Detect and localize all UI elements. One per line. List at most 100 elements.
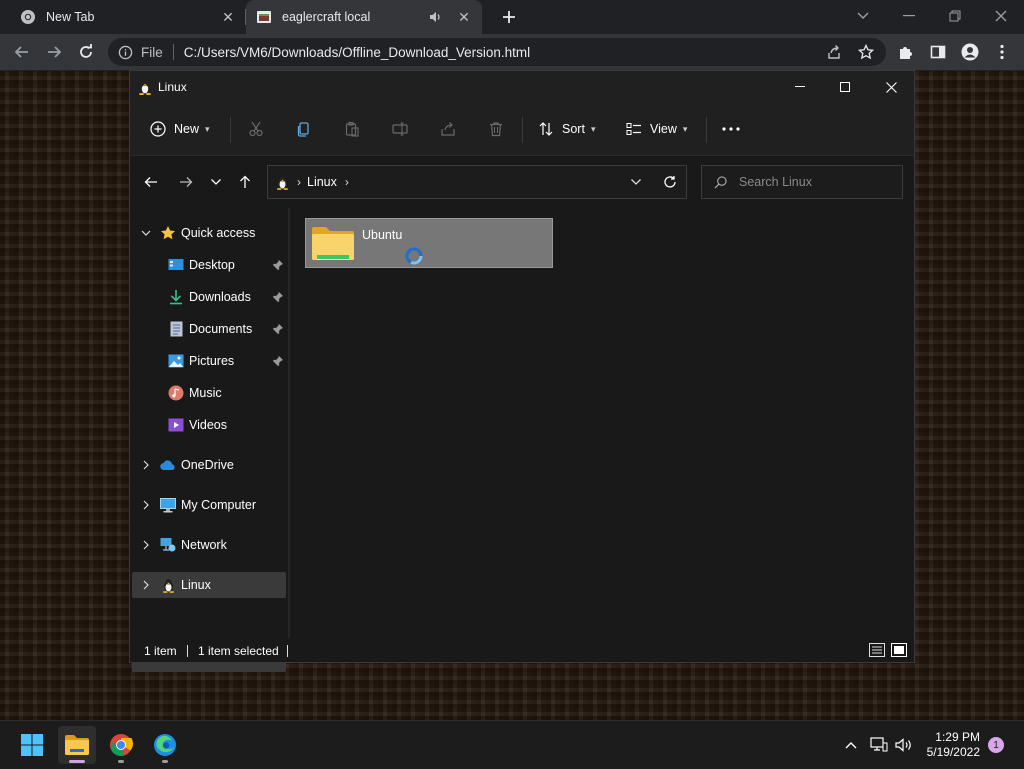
linux-tux-icon [138,79,152,95]
search-box[interactable] [701,165,903,199]
view-button[interactable]: View ▾ [626,115,687,143]
tab-new-tab[interactable]: New Tab ✕ [10,0,246,34]
sidebar-item-desktop[interactable]: Desktop [132,252,286,278]
address-bar[interactable]: File C:/Users/VM6/Downloads/Offline_Down… [108,38,886,66]
breadcrumb-linux[interactable]: Linux [307,175,337,189]
pin-icon [272,323,284,335]
chevron-down-icon[interactable] [140,230,152,236]
recent-locations-chevron-icon[interactable] [203,168,229,196]
details-view-icon[interactable] [869,643,885,657]
sidebar-item-linux[interactable]: Linux [132,572,286,598]
close-tab-icon[interactable]: ✕ [456,9,472,25]
browser-toolbar: File C:/Users/VM6/Downloads/Offline_Down… [0,34,1024,71]
see-more-button[interactable] [722,115,740,143]
maximize-icon[interactable] [823,73,867,101]
minimize-icon[interactable] [778,73,822,101]
info-icon[interactable] [118,45,133,60]
forward-arrow-icon[interactable] [173,168,199,196]
extensions-puzzle-icon[interactable] [894,40,918,64]
taskbar-chrome[interactable] [102,726,140,764]
minimize-icon[interactable] [898,6,920,26]
restore-icon[interactable] [944,6,966,26]
view-label: View [650,122,677,136]
share-icon [440,121,456,137]
sidebar-item-downloads[interactable]: Downloads [132,284,286,310]
network-tray-icon[interactable] [870,736,888,754]
chevron-right-icon[interactable] [140,540,152,550]
sidebar-item-my-computer[interactable]: My Computer [132,492,286,518]
linux-tux-icon [276,175,289,190]
folder-item-ubuntu[interactable]: Ubuntu [305,218,553,268]
rename-button[interactable] [392,115,408,143]
url-text[interactable]: C:/Users/VM6/Downloads/Offline_Download_… [184,45,530,60]
copy-button[interactable] [296,115,312,143]
divider [172,44,174,60]
taskbar-file-explorer[interactable] [58,726,96,764]
cut-button[interactable] [248,115,264,143]
sort-button[interactable]: Sort ▾ [538,115,595,143]
sidebar-item-music[interactable]: Music [132,380,286,406]
divider [522,117,523,143]
pin-icon [272,355,284,367]
sidebar-item-label: OneDrive [181,458,234,472]
start-button[interactable] [13,726,51,764]
search-input[interactable] [737,174,891,190]
breadcrumb-separator-icon[interactable]: › [297,175,301,189]
close-window-icon[interactable] [990,6,1012,26]
divider [287,645,288,657]
large-icons-view-icon[interactable] [891,643,907,657]
volume-icon[interactable] [895,736,913,754]
file-list-area[interactable]: Ubuntu [290,208,914,638]
chevron-right-icon[interactable] [140,580,152,590]
explorer-address-box[interactable]: › Linux › [267,165,687,199]
address-history-chevron-icon[interactable] [630,178,642,186]
explorer-title-bar[interactable]: Linux [130,71,914,103]
side-panel-icon[interactable] [926,40,950,64]
audio-playing-icon[interactable] [428,10,442,24]
browser-tab-strip: New Tab ✕ eaglercraft local ✕ [0,0,1024,34]
breadcrumb-separator-icon[interactable]: › [345,175,349,189]
chevron-down-icon: ▾ [590,123,596,134]
bookmark-star-icon[interactable] [854,40,878,64]
show-hidden-icons-chevron-icon[interactable] [842,736,860,754]
close-tab-icon[interactable]: ✕ [220,9,236,25]
chevron-right-icon[interactable] [140,500,152,510]
share-icon[interactable] [822,40,846,64]
new-button[interactable]: New ▾ [150,115,210,143]
up-arrow-icon[interactable] [232,168,258,196]
sidebar-item-onedrive[interactable]: OneDrive [132,452,286,478]
plus-circle-icon [150,121,166,137]
page-favicon [256,9,272,25]
sidebar-item-documents[interactable]: Documents [132,316,286,342]
sidebar-item-pictures[interactable]: Pictures [132,348,286,374]
delete-button[interactable] [488,115,504,143]
chevron-right-icon[interactable] [140,460,152,470]
new-tab-button[interactable] [498,7,520,27]
sidebar-item-network[interactable]: Network [132,532,286,558]
tab-search-icon[interactable] [852,6,874,26]
back-arrow-icon[interactable] [138,168,164,196]
more-menu-icon[interactable] [990,40,1014,64]
pin-icon [272,259,284,271]
close-window-icon[interactable] [869,73,913,101]
forward-arrow-icon[interactable] [42,40,66,64]
reload-icon[interactable] [74,40,98,64]
paste-button[interactable] [344,115,360,143]
folder-icon [311,225,355,261]
sidebar-item-quick-access[interactable]: Quick access [132,220,286,246]
taskbar-edge[interactable] [146,726,184,764]
view-list-icon [626,121,642,137]
sidebar-item-videos[interactable]: Videos [132,412,286,438]
back-arrow-icon[interactable] [10,40,34,64]
status-bar: 1 item 1 item selected [130,638,914,662]
sidebar-item-label: Downloads [189,290,251,304]
star-icon [160,225,176,241]
share-button[interactable] [440,115,456,143]
notification-badge[interactable]: 1 [988,737,1004,753]
sort-arrows-icon [538,121,554,137]
sidebar-item-label: Desktop [189,258,235,272]
system-clock[interactable]: 1:29 PM 5/19/2022 [918,730,980,760]
profile-avatar-icon[interactable] [958,40,982,64]
refresh-icon[interactable] [663,175,677,189]
tab-eaglercraft[interactable]: eaglercraft local ✕ [246,0,482,34]
